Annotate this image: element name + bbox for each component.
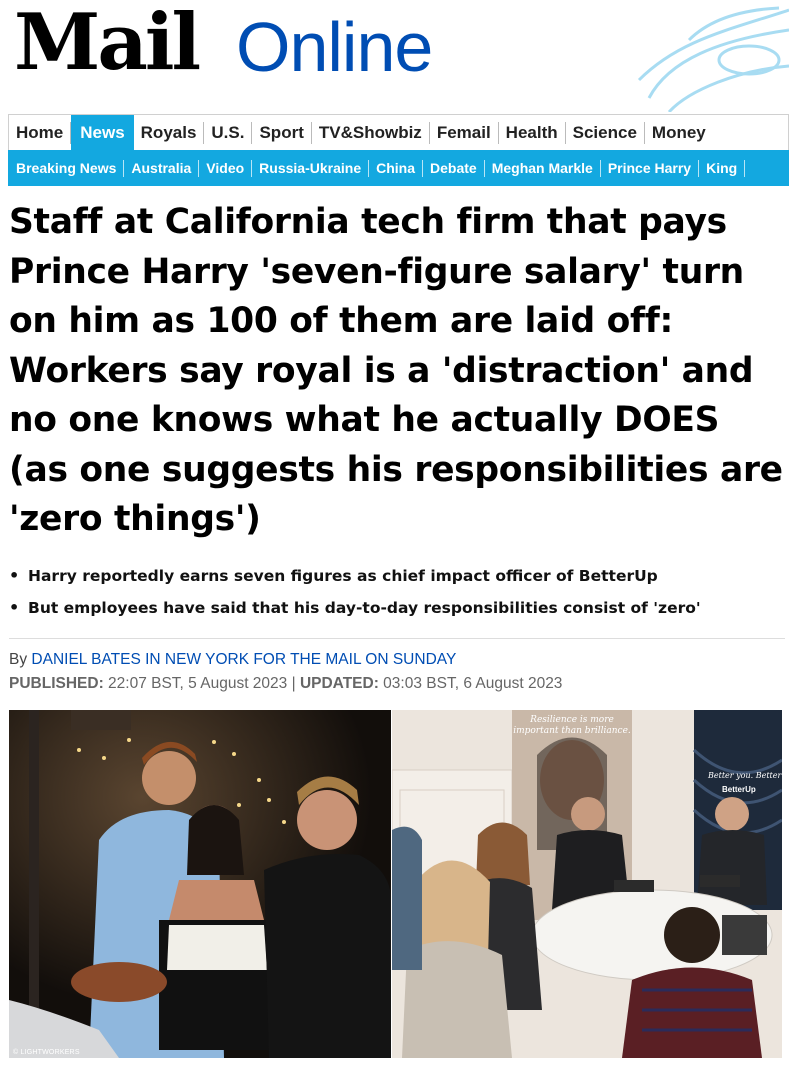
article-photo-left[interactable]: © LIGHTWORKERS [9, 710, 391, 1058]
nav-item-home[interactable]: Home [9, 122, 72, 144]
byline-prefix: By [9, 651, 32, 668]
secondary-nav: Breaking News Australia Video Russia-Ukr… [8, 150, 789, 186]
nav-item-us[interactable]: U.S. [204, 122, 253, 144]
blue-swoosh-decor-icon [637, 6, 789, 112]
masthead: Mail Online [0, 0, 789, 112]
subnav-item-breaking-news[interactable]: Breaking News [8, 159, 125, 177]
nav-item-sport[interactable]: Sport [252, 122, 312, 144]
article-headline: Staff at California tech firm that pays … [9, 202, 783, 539]
poster-text-1: Resilience is more [529, 715, 614, 725]
nav-item-femail[interactable]: Femail [430, 122, 499, 144]
article-photo-right[interactable]: Resilience is more important than brilli… [392, 710, 782, 1058]
subnav-item-russia-ukraine[interactable]: Russia-Ukraine [252, 159, 370, 177]
subnav-item-meghan-markle[interactable]: Meghan Markle [485, 159, 601, 177]
nav-item-news[interactable]: News [71, 115, 134, 150]
byline-author-link[interactable]: DANIEL BATES IN NEW YORK FOR THE MAIL ON… [31, 651, 456, 668]
photo-credit: © LIGHTWORKERS [13, 1049, 80, 1056]
subnav-item-king[interactable]: King [699, 159, 746, 177]
published-label: PUBLISHED: [9, 675, 104, 692]
subnav-item-australia[interactable]: Australia [124, 159, 200, 177]
subnav-item-video[interactable]: Video [199, 159, 253, 177]
updated-date: 03:03 BST, 6 August 2023 [378, 675, 563, 692]
banner-text-2: BetterUp [722, 785, 756, 794]
nav-item-health[interactable]: Health [499, 122, 566, 144]
nav-item-tvshowbiz[interactable]: TV&Showbiz [312, 122, 430, 144]
logo-mail[interactable]: Mail [14, 4, 201, 82]
divider [9, 638, 785, 639]
nav-item-science[interactable]: Science [566, 122, 645, 144]
bullet-dot-icon: • [9, 598, 20, 617]
primary-nav: Home News Royals U.S. Sport TV&Showbiz F… [8, 114, 789, 150]
summary-bullet: • But employees have said that his day-t… [9, 592, 785, 624]
banner-text-1: Better you. Better [707, 771, 782, 780]
summary-bullet-text: Harry reportedly earns seven figures as … [28, 567, 658, 585]
bullet-dot-icon: • [9, 566, 20, 585]
article-summary-bullets: • Harry reportedly earns seven figures a… [9, 560, 785, 624]
photo-illustration-right: Resilience is more important than brilli… [392, 710, 782, 1058]
updated-label: UPDATED: [299, 675, 379, 692]
nav-item-royals[interactable]: Royals [134, 122, 205, 144]
logo-online[interactable]: Online [236, 12, 433, 82]
byline: By DANIEL BATES IN NEW YORK FOR THE MAIL… [9, 651, 456, 669]
subnav-item-debate[interactable]: Debate [423, 159, 485, 177]
nav-item-money[interactable]: Money [645, 122, 713, 144]
subnav-item-china[interactable]: China [369, 159, 423, 177]
photo-illustration-left [9, 710, 391, 1058]
publish-info: PUBLISHED: 22:07 BST, 5 August 2023 | UP… [9, 675, 562, 693]
subnav-item-prince-harry[interactable]: Prince Harry [601, 159, 700, 177]
summary-bullet-text: But employees have said that his day-to-… [28, 599, 701, 617]
published-date: 22:07 BST, 5 August 2023 | [103, 675, 300, 692]
poster-text-2: important than brilliance. [513, 726, 631, 736]
summary-bullet: • Harry reportedly earns seven figures a… [9, 560, 785, 592]
